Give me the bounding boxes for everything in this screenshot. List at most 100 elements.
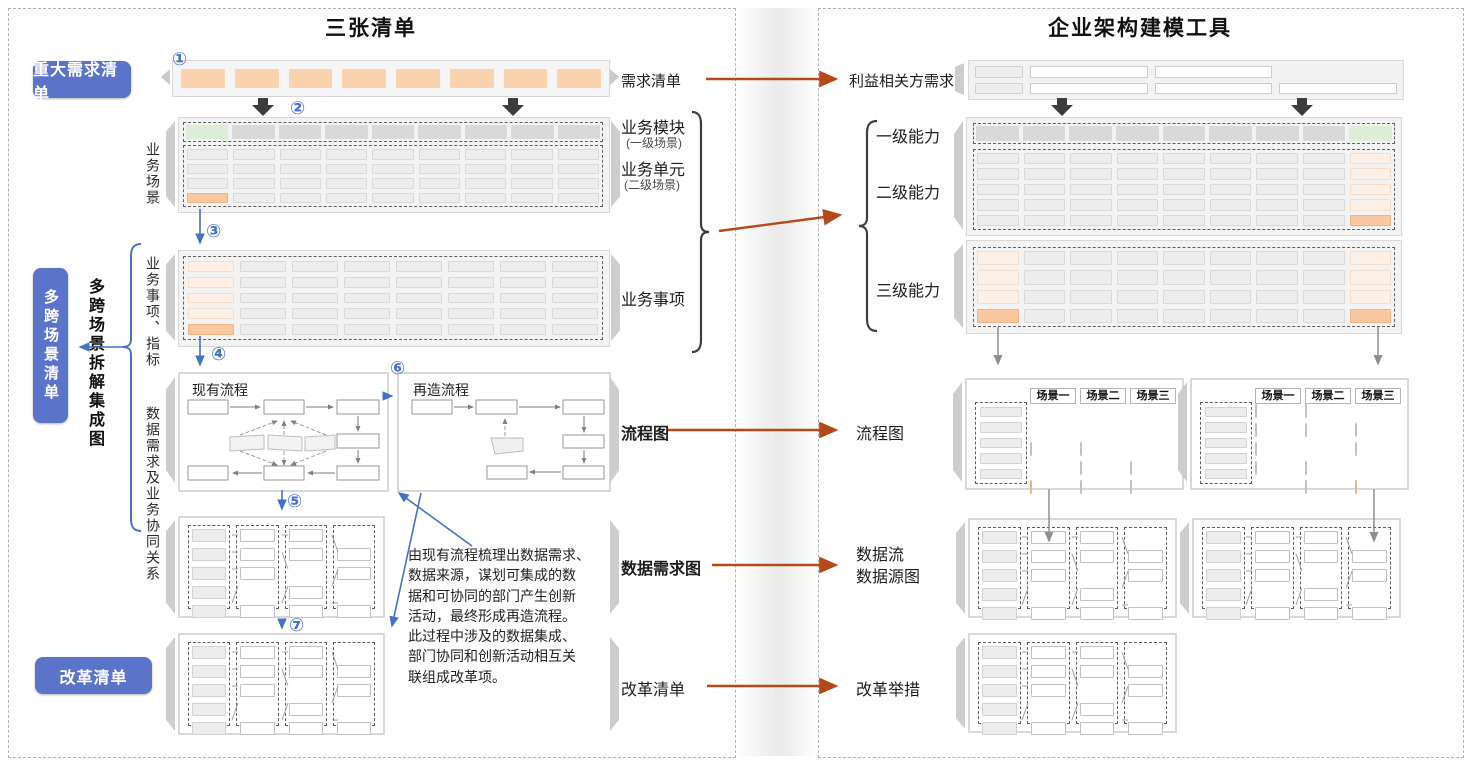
matrix-cell [982, 531, 1017, 544]
chevron-left-icon [955, 63, 964, 95]
grid-row [1305, 461, 1349, 475]
matrix-cell [1128, 665, 1163, 678]
grid-cell [419, 193, 460, 204]
grid-cell [465, 149, 506, 160]
grid-cell [235, 69, 279, 88]
grid-row [186, 125, 600, 139]
grid-cell [1255, 442, 1257, 456]
grid-cell [289, 69, 333, 88]
scene-header: 场景二 [1305, 388, 1351, 404]
chevron-right-icon [610, 377, 619, 483]
grid-cell [1255, 423, 1257, 437]
grid-cell [1210, 309, 1252, 323]
grid-spacer [1355, 404, 1357, 418]
scenario-col [1305, 404, 1349, 494]
grid-cell [1350, 251, 1392, 265]
matrix-cell [1031, 665, 1066, 678]
grid-cell [1210, 251, 1252, 265]
scenario-col [1255, 404, 1299, 494]
matrix-column [285, 525, 327, 609]
matters-body-grid [188, 261, 598, 335]
cap1-body-wrap [973, 149, 1395, 230]
grid-row [187, 193, 599, 204]
grid-cell [1163, 270, 1205, 284]
scene-header: 场景二 [1080, 388, 1126, 404]
grid-spacer [1080, 423, 1082, 437]
grid-row [1030, 404, 1074, 418]
grid-cell [188, 261, 234, 272]
matrix-slot-empty [1080, 569, 1115, 582]
chevron-left-icon [166, 637, 175, 731]
grid-cell [1163, 215, 1205, 226]
grid-cell [552, 324, 598, 335]
matrix-cell [337, 567, 371, 580]
scene-header: 场景一 [1255, 388, 1301, 404]
matrix-cell [982, 703, 1017, 716]
grid-cell [1255, 461, 1257, 475]
matrix-cell [1128, 569, 1163, 582]
cap2-body-grid [977, 251, 1391, 323]
matrix-cell [1080, 531, 1115, 544]
matrix-cell [1352, 569, 1387, 582]
label-dataflow-line1: 数据流 [856, 541, 904, 565]
matrix-cell [1352, 607, 1387, 620]
grid-cell [233, 164, 274, 175]
grid-cell [975, 83, 1023, 95]
grid-cell [372, 193, 413, 204]
matrix-cell [1128, 550, 1163, 563]
matrix-cell [240, 646, 274, 659]
matrix-cell [337, 684, 371, 697]
matrix-cell [1206, 569, 1241, 582]
matrix-cell [1031, 722, 1066, 735]
grid-cell [280, 178, 321, 189]
grid-cell [980, 453, 1022, 463]
grid-cell [326, 178, 367, 189]
grid-cell [511, 193, 552, 204]
matrix-cell [1128, 722, 1163, 735]
matrix-cell [192, 605, 226, 618]
matrix-slot-empty [1128, 588, 1163, 601]
scenario-left-wrap [1200, 402, 1252, 484]
matrix-slot-empty [337, 586, 371, 599]
grid-cell [292, 261, 338, 272]
grid-cell [1209, 126, 1252, 141]
grid-cell [1303, 153, 1345, 164]
grid-cell [1030, 83, 1148, 95]
grid-cell [1024, 251, 1066, 265]
grid-cell [396, 261, 442, 272]
scenario-left-wrap [975, 402, 1027, 484]
grid-cell [292, 277, 338, 288]
matrix-column [188, 525, 230, 609]
matrix-cell [240, 684, 274, 697]
matrix-cell [192, 646, 226, 659]
grid-cell [1205, 422, 1247, 432]
matrix-cell [1080, 550, 1115, 563]
grid-row [1305, 442, 1349, 456]
matrix-slot-empty [1304, 569, 1339, 582]
grid-cell [500, 261, 546, 272]
grid-spacer [1255, 480, 1257, 494]
grid-cell [977, 251, 1019, 265]
grid-row [1130, 442, 1174, 456]
grid-row [1205, 438, 1247, 448]
grid-row [1205, 422, 1247, 432]
grid-cell [1303, 168, 1345, 179]
grid-row [1080, 442, 1124, 456]
matrix-cell [1206, 550, 1241, 563]
chevron-left-icon [166, 520, 175, 614]
grid-cell [1023, 126, 1066, 141]
grid-row [980, 422, 1022, 432]
matrix-cell [1206, 588, 1241, 601]
new-flow-chart [399, 374, 609, 490]
matrix-slot-empty [240, 586, 274, 599]
right-panel-title: 企业架构建模工具 [818, 12, 1462, 42]
matrix-column [1076, 527, 1119, 609]
grid-row [188, 324, 598, 335]
matrix-cell [240, 529, 274, 542]
capability-box-2 [966, 240, 1402, 334]
grid-cell [1210, 215, 1252, 226]
grid-cell [1210, 153, 1252, 164]
grid-cell [1256, 270, 1298, 284]
grid-cell [372, 125, 414, 139]
grid-cell [187, 193, 228, 204]
